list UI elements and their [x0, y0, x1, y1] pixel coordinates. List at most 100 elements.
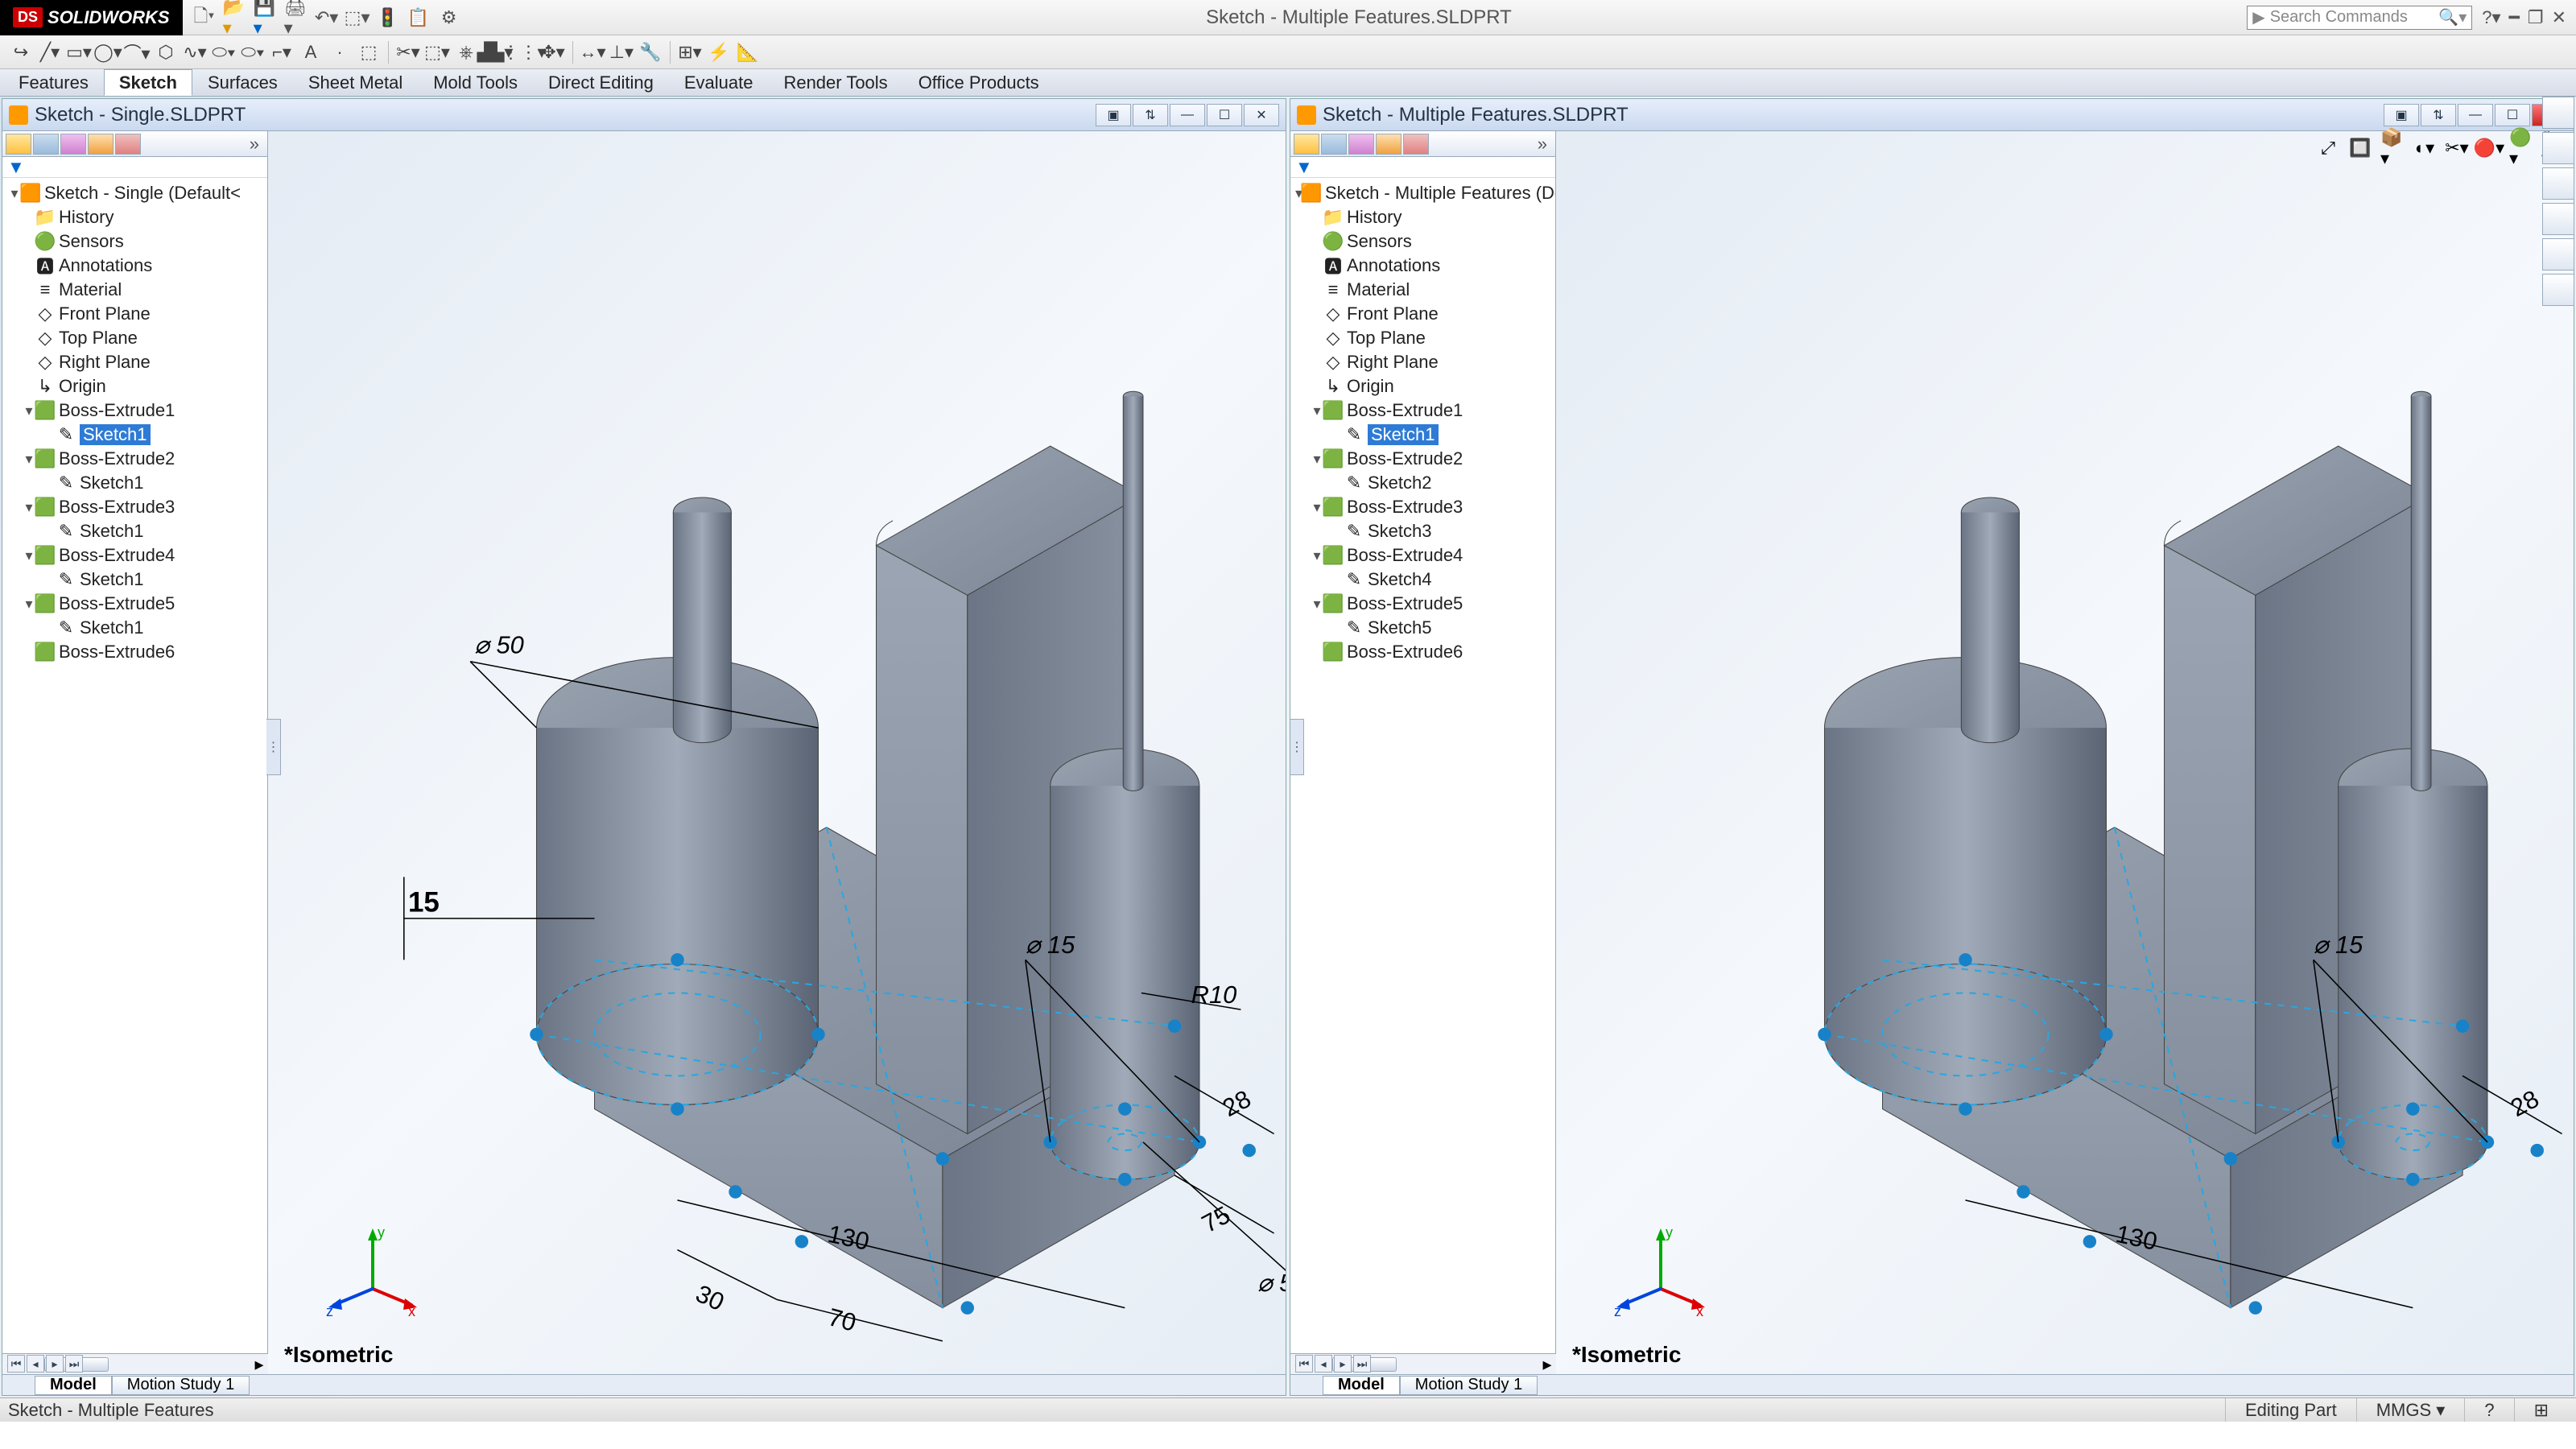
- repair-icon[interactable]: 🔧: [638, 39, 663, 65]
- display-style-icon[interactable]: ◐▾: [2413, 136, 2437, 160]
- doc-titlebar[interactable]: Sketch - Multiple Features.SLDPRT ▣ ⇅ — …: [1290, 99, 2574, 131]
- dimxpert-manager-tab[interactable]: [1376, 134, 1402, 155]
- task-view-palette-icon[interactable]: [2542, 203, 2574, 235]
- tree-item-material-not-specified-[interactable]: ≡Material: [2, 278, 267, 302]
- print-icon[interactable]: 🖨▾: [284, 6, 308, 30]
- tree-item-sketch1[interactable]: ✎Sketch1: [2, 568, 267, 592]
- tree-item-material-not-specified-[interactable]: ≡Material: [1290, 278, 1555, 302]
- tree-item-sketch3[interactable]: ✎Sketch3: [1290, 519, 1555, 543]
- mdi-prev-icon[interactable]: ◂: [27, 1355, 44, 1373]
- rapid-sketch-icon[interactable]: ⚡: [706, 39, 732, 65]
- fillet-icon[interactable]: ⌐▾: [269, 39, 295, 65]
- mdi-tab-model[interactable]: Model: [1323, 1376, 1400, 1395]
- tree-item-history[interactable]: 📁History: [2, 205, 267, 229]
- task-resources-icon[interactable]: [2542, 97, 2574, 129]
- doc-titlebar[interactable]: Sketch - Single.SLDPRT ▣ ⇅ — ☐ ✕: [2, 99, 1286, 131]
- move-icon[interactable]: ✥▾: [540, 39, 566, 65]
- plane-icon[interactable]: ⬚: [356, 39, 382, 65]
- undo-icon[interactable]: ↶▾: [315, 6, 339, 30]
- tree-item-boss-extrude5[interactable]: ▾🟩Boss-Extrude5: [1290, 592, 1555, 616]
- tree-resize-handle[interactable]: ⋮: [1290, 719, 1304, 775]
- line-icon[interactable]: ╱▾: [37, 39, 63, 65]
- tree-item-sketch2[interactable]: ✎Sketch2: [1290, 471, 1555, 495]
- point-icon[interactable]: ·: [327, 39, 353, 65]
- viewport-link-icon[interactable]: ⇅: [2421, 104, 2456, 126]
- tree-item-right-plane[interactable]: ◇Right Plane: [1290, 350, 1555, 374]
- quick-snap-icon[interactable]: ⊞▾: [677, 39, 703, 65]
- task-custom-props-icon[interactable]: [2542, 274, 2574, 306]
- appearance-icon[interactable]: 🟢▾: [2509, 136, 2533, 160]
- mdi-tab-motion study 1[interactable]: Motion Study 1: [1400, 1376, 1538, 1395]
- settings-icon[interactable]: ⚙: [437, 6, 461, 30]
- task-file-explorer-icon[interactable]: [2542, 167, 2574, 200]
- triad[interactable]: y x z: [324, 1224, 421, 1326]
- status-config-icon[interactable]: ⊞: [2514, 1398, 2568, 1422]
- open-icon[interactable]: 📂▾: [223, 6, 247, 30]
- convert-icon[interactable]: ⬚▾: [424, 39, 450, 65]
- dimension-icon[interactable]: ↔▾: [580, 39, 605, 65]
- save-icon[interactable]: 💾▾: [254, 6, 278, 30]
- display-manager-tab[interactable]: [1403, 134, 1429, 155]
- zoom-fit-icon[interactable]: ⤢: [2316, 136, 2340, 160]
- offset-icon[interactable]: ⎈: [453, 39, 479, 65]
- tree-root[interactable]: ▾🟧Sketch - Single (Default<: [2, 181, 267, 205]
- doc-maximize-icon[interactable]: ☐: [1207, 104, 1242, 126]
- doc-minimize-icon[interactable]: —: [2458, 104, 2493, 126]
- feature-tree[interactable]: ▾🟧Sketch - Multiple Features (Defaul 📁Hi…: [1290, 178, 1555, 1374]
- dimxpert-manager-tab[interactable]: [88, 134, 114, 155]
- ribbon-tab-render-tools[interactable]: Render Tools: [768, 69, 902, 96]
- triad[interactable]: y x z: [1612, 1224, 1709, 1326]
- search-commands-input[interactable]: ▶ Search Commands 🔍▾: [2247, 6, 2472, 30]
- mdi-next-icon[interactable]: ▸: [46, 1355, 64, 1373]
- rectangle-icon[interactable]: ▭▾: [66, 39, 92, 65]
- ribbon-tab-evaluate[interactable]: Evaluate: [669, 69, 769, 96]
- viewport-single-icon[interactable]: ▣: [2384, 104, 2419, 126]
- tree-tabs-overflow-icon[interactable]: »: [245, 134, 264, 155]
- help-icon[interactable]: ?▾: [2482, 7, 2500, 28]
- mdi-first-icon[interactable]: ⏮: [7, 1355, 25, 1373]
- tree-item-sensors[interactable]: 🟢Sensors: [2, 229, 267, 254]
- graphics-viewport[interactable]: ⌀ 50 15 R10 ⌀ 15 130 30 70 75 28 ⌀ 5 y x…: [268, 131, 1286, 1374]
- tree-item-sketch1[interactable]: ✎Sketch1: [2, 423, 267, 447]
- mdi-last-icon[interactable]: ⏭: [65, 1355, 83, 1373]
- ribbon-tab-features[interactable]: Features: [3, 69, 104, 96]
- minimize-icon[interactable]: ━: [2509, 7, 2520, 28]
- exit-sketch-icon[interactable]: ↪: [8, 39, 34, 65]
- tree-item-boss-extrude2[interactable]: ▾🟩Boss-Extrude2: [1290, 447, 1555, 471]
- tree-item-boss-extrude2[interactable]: ▾🟩Boss-Extrude2: [2, 447, 267, 471]
- tree-item-boss-extrude4[interactable]: ▾🟩Boss-Extrude4: [1290, 543, 1555, 568]
- configuration-manager-tab[interactable]: [1348, 134, 1374, 155]
- tree-item-sketch1[interactable]: ✎Sketch1: [2, 471, 267, 495]
- options-icon[interactable]: 📋: [407, 6, 431, 30]
- ribbon-tab-sheet-metal[interactable]: Sheet Metal: [293, 69, 418, 96]
- scene-icon[interactable]: 🔴▾: [2477, 136, 2501, 160]
- status-help-icon[interactable]: ?: [2464, 1398, 2513, 1422]
- instant2d-icon[interactable]: 📐: [735, 39, 761, 65]
- tree-root[interactable]: ▾🟧Sketch - Multiple Features (Defaul: [1290, 181, 1555, 205]
- viewport-single-icon[interactable]: ▣: [1096, 104, 1131, 126]
- tree-item-sketch1[interactable]: ✎Sketch1: [1290, 423, 1555, 447]
- tree-item-origin[interactable]: ↳Origin: [2, 374, 267, 398]
- tree-item-sketch1[interactable]: ✎Sketch1: [2, 519, 267, 543]
- tree-item-annotations[interactable]: 🅰Annotations: [1290, 254, 1555, 278]
- graphics-viewport[interactable]: ⤢ 🔲 📦▾ ◐▾ ✂▾ 🔴▾ 🟢▾ 📷▾: [1556, 131, 2574, 1374]
- ribbon-tab-sketch[interactable]: Sketch: [104, 69, 192, 96]
- restore-icon[interactable]: ❐: [2528, 7, 2544, 28]
- tree-item-boss-extrude3[interactable]: ▾🟩Boss-Extrude3: [2, 495, 267, 519]
- rebuild-icon[interactable]: 🚦: [376, 6, 400, 30]
- tree-item-annotations[interactable]: 🅰Annotations: [2, 254, 267, 278]
- viewport-link-icon[interactable]: ⇅: [1133, 104, 1168, 126]
- doc-close-icon[interactable]: ✕: [1244, 104, 1279, 126]
- tree-item-boss-extrude3[interactable]: ▾🟩Boss-Extrude3: [1290, 495, 1555, 519]
- tree-item-origin[interactable]: ↳Origin: [1290, 374, 1555, 398]
- tree-tabs-overflow-icon[interactable]: »: [1533, 134, 1552, 155]
- tree-item-history[interactable]: 📁History: [1290, 205, 1555, 229]
- tree-item-boss-extrude4[interactable]: ▾🟩Boss-Extrude4: [2, 543, 267, 568]
- mdi-prev-icon[interactable]: ◂: [1315, 1355, 1332, 1373]
- mdi-first-icon[interactable]: ⏮: [1295, 1355, 1313, 1373]
- tree-item-sketch1[interactable]: ✎Sketch1: [2, 616, 267, 640]
- mdi-tab-motion study 1[interactable]: Motion Study 1: [112, 1376, 250, 1395]
- feature-tree[interactable]: ▾🟧Sketch - Single (Default< 📁History 🟢Se…: [2, 178, 267, 1374]
- trim-icon[interactable]: ✂▾: [395, 39, 421, 65]
- ribbon-tab-direct-editing[interactable]: Direct Editing: [533, 69, 669, 96]
